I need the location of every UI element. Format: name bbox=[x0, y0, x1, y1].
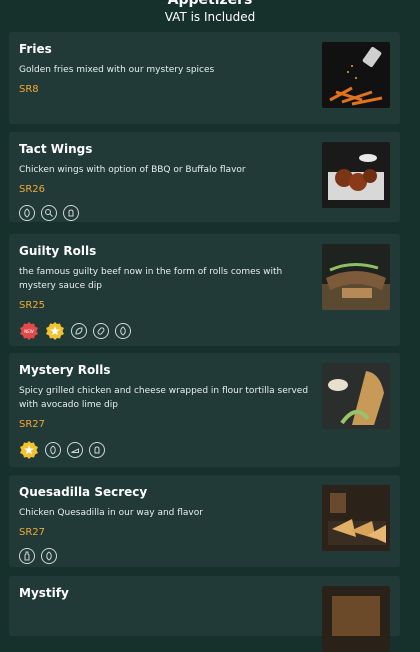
menu-item-card[interactable]: Guilty Rolls the famous guilty beef now … bbox=[9, 234, 400, 346]
menu-item-card[interactable]: Fries Golden fries mixed with our myster… bbox=[9, 32, 400, 124]
rooster-icon bbox=[63, 205, 79, 221]
chicken-leg-icon bbox=[41, 205, 57, 221]
rooster-icon bbox=[89, 442, 105, 458]
menu-item-card[interactable]: Quesadilla Secrecy Chicken Quesadilla in… bbox=[9, 475, 400, 567]
item-description: Chicken Quesadilla in our way and flavor bbox=[19, 508, 203, 518]
pickle-icon bbox=[93, 323, 109, 339]
section-title: Appetizers bbox=[167, 0, 253, 8]
new-badge-text: NEW bbox=[24, 329, 34, 334]
chili-icon bbox=[41, 548, 57, 564]
item-description: Spicy grilled chicken and cheese wrapped… bbox=[19, 386, 309, 410]
bottle-icon bbox=[19, 548, 35, 564]
chili-icon bbox=[19, 205, 35, 221]
menu-item-card[interactable]: Mystify bbox=[9, 576, 400, 652]
item-photo bbox=[322, 485, 390, 551]
item-photo bbox=[322, 586, 390, 652]
item-photo bbox=[322, 142, 390, 208]
vat-note: VAT is Included bbox=[164, 10, 256, 24]
cheese-icon bbox=[67, 442, 83, 458]
item-description: Golden fries mixed with our mystery spic… bbox=[19, 65, 215, 75]
menu-header: Appetizers VAT is Included bbox=[0, 0, 420, 25]
item-photo bbox=[322, 42, 390, 108]
item-tags bbox=[19, 440, 390, 460]
leaf-icon bbox=[71, 323, 87, 339]
item-photo bbox=[322, 244, 390, 310]
menu-item-card[interactable]: Tact Wings Chicken wings with option of … bbox=[9, 132, 400, 222]
item-description: the famous guilty beef now in the form o… bbox=[19, 267, 283, 291]
chili-icon bbox=[45, 442, 61, 458]
item-description: Chicken wings with option of BBQ or Buff… bbox=[19, 165, 246, 175]
star-badge bbox=[45, 321, 65, 341]
item-tags: NEW bbox=[19, 321, 390, 341]
new-badge: NEW bbox=[19, 321, 39, 341]
item-photo bbox=[322, 363, 390, 429]
menu-item-card[interactable]: Mystery Rolls Spicy grilled chicken and … bbox=[9, 353, 400, 467]
chili-icon bbox=[115, 323, 131, 339]
star-badge bbox=[19, 440, 39, 460]
